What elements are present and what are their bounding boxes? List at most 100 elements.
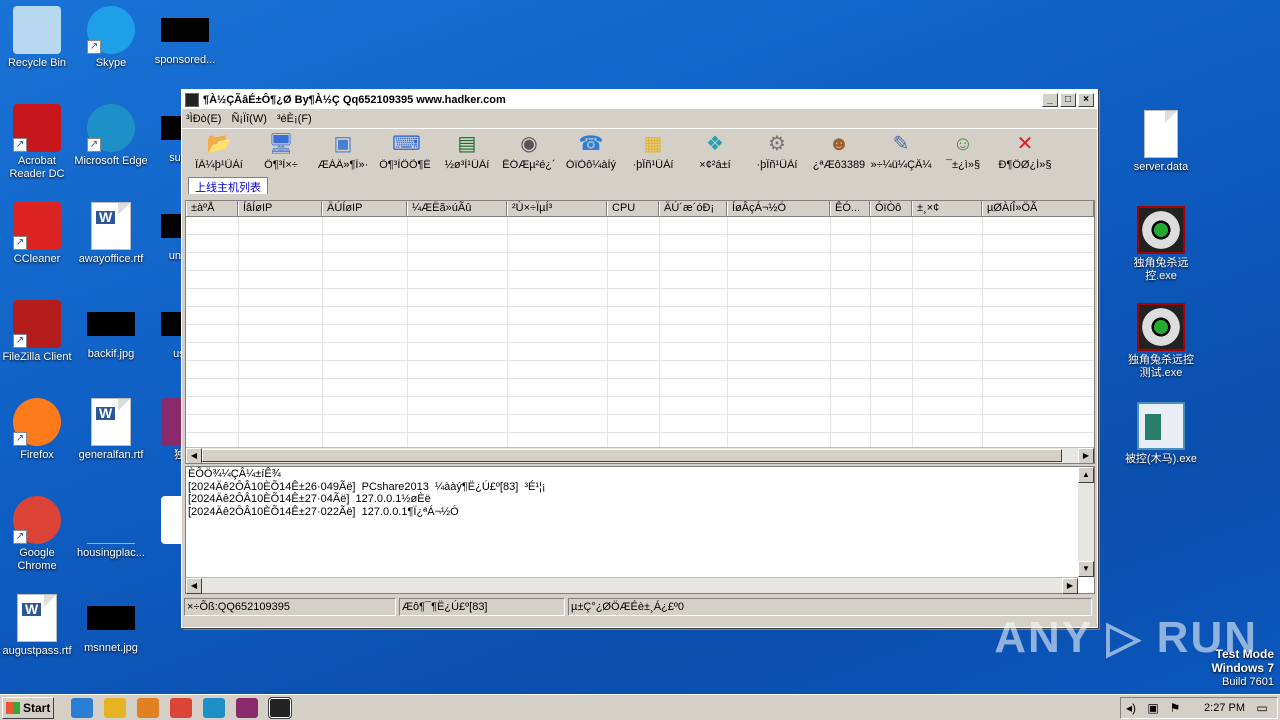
column-header[interactable]: CPU (607, 201, 659, 216)
scroll-up-button[interactable]: ▲ (1078, 467, 1094, 483)
log-panel[interactable]: ÈÕÖ¾¼ÇÂ¼±íÊ¾ [2024Äê2ÔÂ10ÈÕ14Ê±26·049Ãë] … (185, 466, 1095, 594)
toolbar-button[interactable]: ◉ ÊÓÆµ²é¿´ (498, 129, 560, 171)
log-lines: ÈÕÖ¾¼ÇÂ¼±íÊ¾ [2024Äê2ÔÂ10ÈÕ14Ê±26·049Ãë] … (186, 467, 1094, 519)
menu-program[interactable]: ³ÌÐò(E) (186, 113, 221, 125)
column-header[interactable]: ÓïÒô (870, 201, 912, 216)
column-header[interactable]: ÄÚ´æ´óÐ¡ (659, 201, 727, 216)
edge-icon[interactable] (203, 697, 225, 718)
log-scroll-right-button[interactable]: ▶ (1062, 578, 1078, 594)
desktop-icon-label: CCleaner (13, 253, 61, 265)
column-header[interactable]: ÍøÂçÁ¬½Ó (727, 201, 830, 216)
desktop-icon[interactable]: Wgeneralfan.rtf (73, 398, 149, 462)
show-desktop-icon[interactable]: ▭ (1255, 701, 1269, 715)
toolbar-button[interactable]: 🖥 Ô¶³Ì×÷ (250, 129, 312, 171)
toolbar-button-label: Ô¶³Ì×÷ (264, 159, 298, 171)
desktop-icon[interactable]: housingplac... (73, 496, 149, 560)
tab-row: 上线主机列表 (182, 176, 1097, 194)
desktop-icon[interactable]: ↗ Skype (73, 6, 149, 70)
toolbar-button-label: Ô¶³ÌÖÕ¶Ë (379, 159, 431, 171)
desktop-icon[interactable]: 独角兔杀远控测试.exe (1123, 303, 1199, 380)
toolbar-button[interactable]: ▦ ·þÎñ¹ÜÀí (622, 129, 684, 171)
start-button[interactable]: Start (2, 696, 54, 719)
folder-icon: 📂 (206, 133, 232, 155)
volume-icon[interactable]: ◂) (1124, 701, 1138, 715)
desktop-icon[interactable]: ↗ Acrobat Reader DC (0, 104, 75, 181)
toolbar-button[interactable]: ▤ ½ø³Ì¹ÜÀí (436, 129, 498, 171)
test-mode-line3: Build 7601 (1222, 676, 1274, 688)
toolbar-button[interactable]: ✕ Ð¶ÔØ¿Í»§ (994, 129, 1056, 171)
desktop-icon[interactable]: 被控(木马).exe (1123, 402, 1199, 466)
desktop-icon[interactable]: Waugustpass.rtf (0, 594, 75, 658)
toolbar-button[interactable]: 📂 ÎÄ¼þ¹ÜÀí (188, 129, 250, 171)
desktop-icon[interactable]: backif.jpg (73, 300, 149, 361)
column-header[interactable]: ÊÓ... (830, 201, 870, 216)
desktop-icon[interactable]: ↗ Google Chrome (0, 496, 75, 573)
desktop-icon[interactable]: ↗ Firefox (0, 398, 75, 462)
terminal-icon: ⌨ (392, 133, 421, 155)
column-header[interactable]: ¼ÆËã»úÃû (407, 201, 507, 216)
flag-icon[interactable]: ⚑ (1168, 701, 1182, 715)
desktop-icon[interactable]: ↗ CCleaner (0, 202, 75, 266)
winrar-icon[interactable] (236, 697, 258, 718)
column-header[interactable]: ÍâÍøIP (238, 201, 322, 216)
toolbar-button[interactable]: ☺ ¯±¿ì»§ (932, 129, 994, 171)
desktop-icon[interactable]: ↗ FileZilla Client (0, 300, 75, 364)
desktop-icon[interactable]: 独角兔杀远控.exe (1123, 206, 1199, 283)
desktop-icon-label: sponsored... (154, 54, 216, 66)
toolbar-button[interactable]: ⌨ Ô¶³ÌÖÕ¶Ë (374, 129, 436, 171)
desktop-icon[interactable]: Wawayoffice.rtf (73, 202, 149, 266)
vertical-scrollbar[interactable]: ▲ ▼ (1078, 467, 1094, 577)
column-header[interactable]: µØÀíÎ»ÖÃ (982, 201, 1094, 216)
log-scroll-left-button[interactable]: ◀ (186, 578, 202, 594)
network-icon[interactable]: ▣ (1146, 701, 1160, 715)
scroll-right-button[interactable]: ▶ (1078, 448, 1094, 463)
chrome-icon[interactable] (170, 697, 192, 718)
tab-online-hosts[interactable]: 上线主机列表 (188, 177, 268, 194)
maximize-button[interactable]: □ (1060, 92, 1076, 107)
menu-extract[interactable]: ³éÈ¡(F) (277, 113, 312, 125)
column-divider (982, 217, 983, 447)
screen-icon: ▣ (333, 133, 353, 155)
status-bar: ×÷Õß:QQ652109395 Æô¶¯¶Ë¿Ú£º[83] µ±Ç°¿ØÖÆ… (184, 598, 1095, 616)
desktop-icon[interactable]: server.data (1123, 110, 1199, 174)
desktop-icon[interactable]: ↗ Microsoft Edge (73, 104, 149, 168)
close-button[interactable]: × (1078, 92, 1094, 107)
toolbar-button[interactable]: ▣ ÆÁÄ»¶Ï»· (312, 129, 374, 171)
desktop-icon-label: Google Chrome (17, 547, 57, 572)
scroll-thumb[interactable] (202, 449, 1062, 462)
clock[interactable]: 2:27 PM (1204, 702, 1245, 714)
title-bar[interactable]: ¶À½ÇÃâÉ±Ô¶¿Ø By¶À½Ç Qq652109395 www.hadk… (182, 90, 1097, 109)
word-doc-icon: W (91, 398, 131, 446)
minimize-button[interactable]: _ (1042, 92, 1058, 107)
column-header[interactable]: ²Ù×÷ÏµÍ³ (507, 201, 607, 216)
toolbar-button[interactable]: ☎ ÓïÒô¼àÌý (560, 129, 622, 171)
toolbar-button-label: ÊÓÆµ²é¿´ (502, 159, 556, 171)
log-horizontal-scrollbar[interactable]: ◀ ▶ (186, 577, 1078, 594)
toolbar-button-label: ÆÁÄ»¶Ï»· (317, 159, 369, 171)
chrome-icon: ↗ (13, 496, 61, 544)
scroll-left-button[interactable]: ◀ (186, 448, 202, 463)
desktop-icon[interactable]: Recycle Bin (0, 6, 75, 70)
toolbar-button[interactable]: ✎ »÷¼ü¼ÇÂ¼ (870, 129, 932, 171)
media-player-icon[interactable] (137, 697, 159, 718)
column-header[interactable]: ±àºÅ (186, 201, 238, 216)
status-port: Æô¶¯¶Ë¿Ú£º[83] (399, 598, 565, 616)
horizontal-scrollbar[interactable]: ◀ ▶ (186, 447, 1094, 463)
toolbar-button[interactable]: ❖ ×¢²á±í (684, 129, 746, 171)
toolbar-button[interactable]: ⚙ ·þÎñ¹ÜÀí (746, 129, 808, 171)
toolbar: 📂 ÎÄ¼þ¹ÜÀí 🖥 Ô¶³Ì×÷ ▣ ÆÁÄ»¶Ï»· ⌨ Ô¶³ÌÖÕ¶Ë ▤ ½ø³Ì¹… (182, 128, 1097, 176)
host-list-table[interactable]: ±àºÅ ÍâÍøIP ÄÚÍøIP ¼ÆËã»úÃû ²Ù×÷ÏµÍ³ CPU ÄÚ´æ´… (185, 200, 1095, 464)
app-window-icon[interactable] (268, 696, 292, 719)
column-header[interactable]: ÄÚÍøIP (322, 201, 407, 216)
desktop-icon[interactable]: msnnet.jpg (73, 594, 149, 655)
toolbar-button[interactable]: ☻ ¿ªÆô3389 (808, 129, 870, 171)
desktop-icon[interactable]: sponsored... (147, 6, 223, 67)
scroll-down-button[interactable]: ▼ (1078, 561, 1094, 577)
redacted-icon (87, 606, 135, 630)
column-header[interactable]: ±¸×¢ (912, 201, 982, 216)
toolbar-button-label: ¿ªÆô3389 (812, 159, 866, 171)
explorer-icon[interactable] (104, 697, 126, 718)
ie-icon[interactable] (71, 697, 93, 718)
menu-options[interactable]: Ñ¡Ïî(W) (231, 113, 266, 125)
start-label: Start (23, 700, 51, 715)
